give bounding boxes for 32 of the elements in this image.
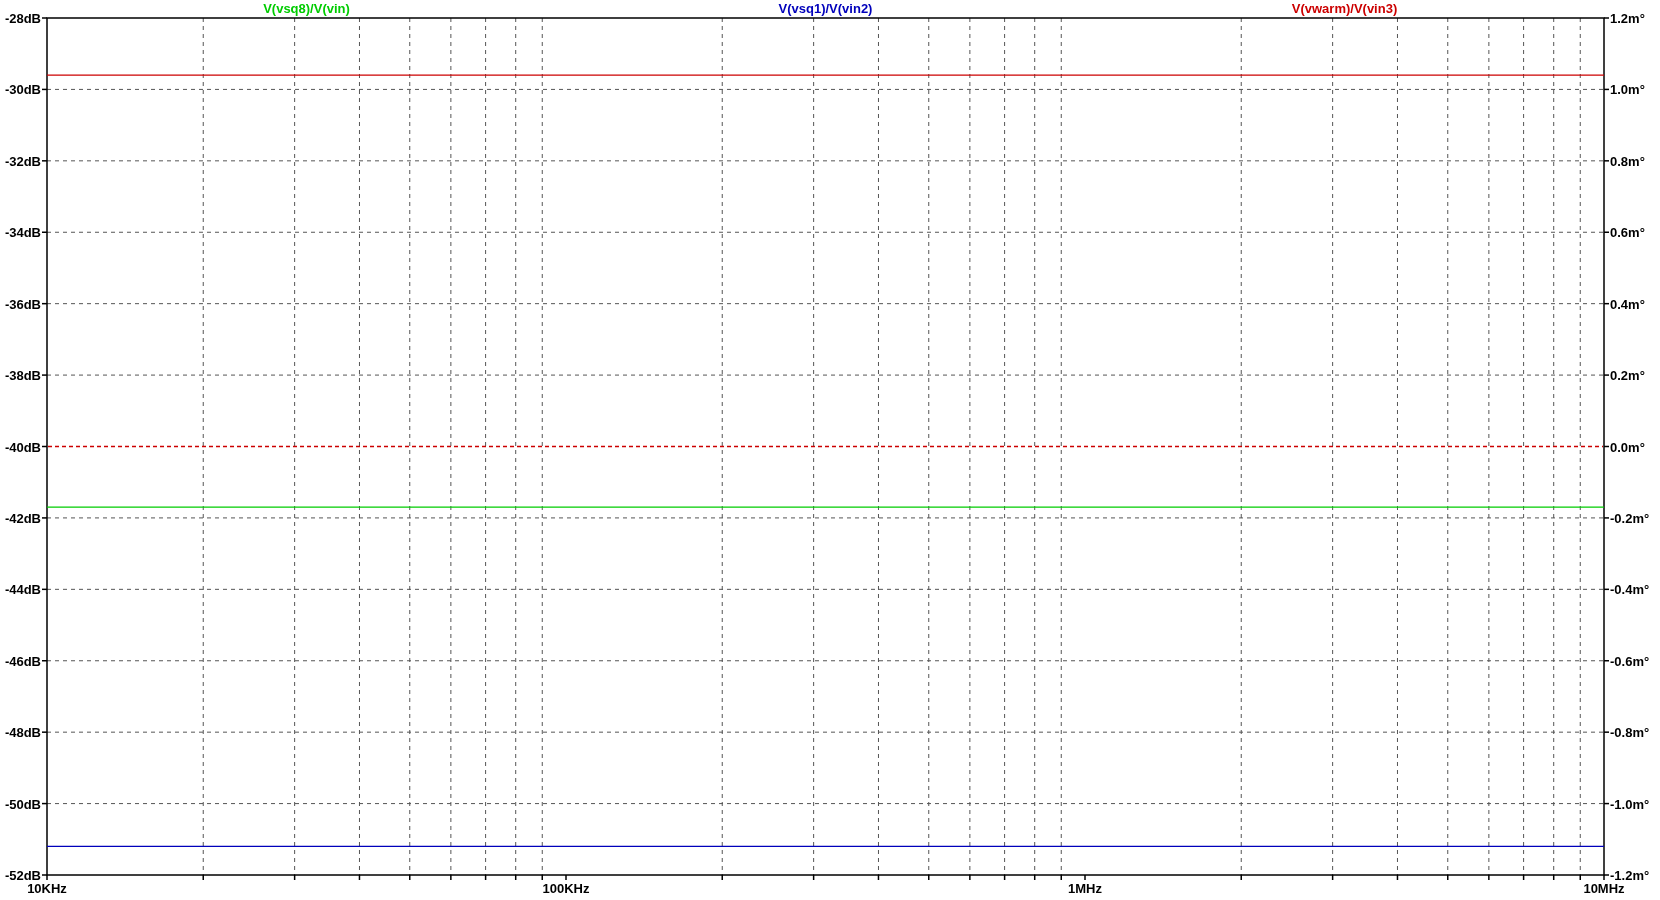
y-axis-label: -28dB: [4, 11, 41, 26]
x-axis-label: 10KHz: [27, 881, 67, 896]
phase-axis-label: -0.4m°: [1610, 582, 1650, 598]
phase-axis-label: 0.2m°: [1610, 368, 1645, 384]
phase-axis-label: 0.8m°: [1610, 153, 1645, 169]
x-axis-label: 10MHz: [1583, 881, 1625, 896]
phase-axis-label: 1.2m°: [1610, 11, 1645, 26]
phase-axis-label: -0.2m°: [1610, 510, 1650, 526]
y-axis-label: -52dB: [4, 868, 41, 883]
y-axis-label: -48dB: [4, 725, 41, 741]
phase-axis-label: -1.0m°: [1610, 796, 1650, 812]
trace-legend[interactable]: V(vsq1)/V(vin2): [778, 1, 873, 16]
phase-axis-label: 0.0m°: [1610, 439, 1645, 455]
y-axis-label: -36dB: [4, 296, 41, 312]
y-axis-label: -50dB: [4, 796, 41, 812]
y-axis-label: -34dB: [4, 225, 41, 241]
phase-axis-label: -1.2m°: [1610, 868, 1650, 883]
y-axis-label: -42dB: [4, 510, 41, 526]
y-axis-label: -38dB: [4, 368, 41, 384]
phase-axis-label: 0.4m°: [1610, 296, 1645, 312]
phase-axis-label: 1.0m°: [1610, 82, 1645, 98]
phase-axis-label: -0.8m°: [1610, 725, 1650, 741]
y-axis-label: -40dB: [4, 439, 41, 455]
x-axis-label: 100KHz: [542, 881, 590, 896]
y-axis-label: -32dB: [4, 153, 41, 169]
y-axis-label: -44dB: [4, 582, 41, 598]
phase-axis-label: 0.6m°: [1610, 225, 1645, 241]
x-axis-label: 1MHz: [1068, 881, 1102, 896]
phase-axis-label: -0.6m°: [1610, 653, 1650, 669]
trace-legend[interactable]: V(vwarm)/V(vin3): [1291, 1, 1398, 16]
y-axis-label: -30dB: [4, 82, 41, 98]
y-axis-label: -46dB: [4, 653, 41, 669]
